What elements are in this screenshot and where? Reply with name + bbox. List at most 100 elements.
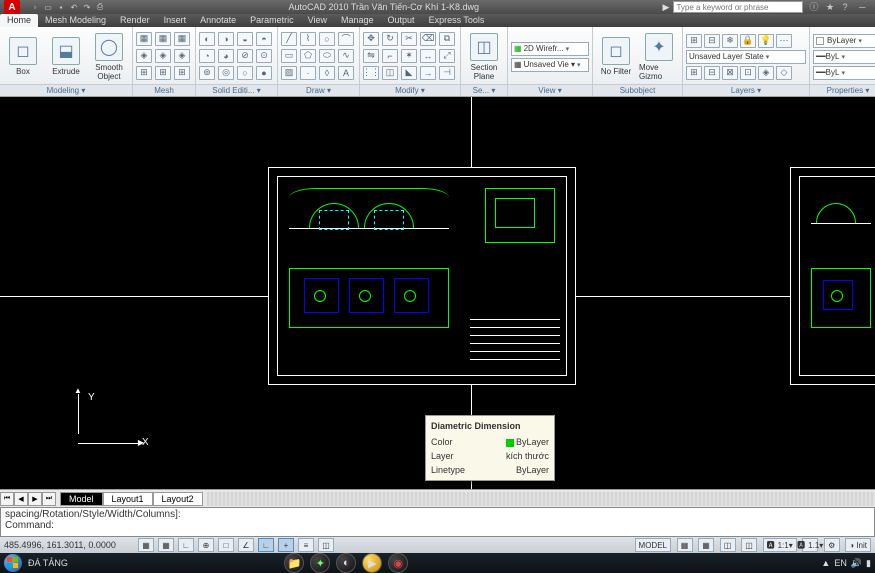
point-icon[interactable]: · — [300, 66, 316, 80]
view-combo[interactable]: ▦Unsaved Vie ▾ — [511, 58, 589, 72]
solid-icon-3[interactable]: ◒ — [237, 32, 253, 46]
layer-icon-c[interactable]: ⊠ — [722, 66, 738, 80]
osnap-toggle[interactable]: □ — [218, 538, 234, 552]
nav-last-icon[interactable]: ⏭ — [42, 492, 56, 506]
array-icon[interactable]: ⋮⋮ — [363, 66, 379, 80]
quickview2-icon[interactable]: ◫ — [741, 538, 757, 552]
tab-home[interactable]: Home — [0, 14, 38, 27]
copy-icon[interactable]: ⧉ — [439, 32, 455, 46]
rectangle-icon[interactable]: ▭ — [281, 49, 297, 63]
tab-manage[interactable]: Manage — [334, 14, 381, 27]
scale-icon[interactable]: ⤢ — [439, 49, 455, 63]
solid-icon-9[interactable]: ⊚ — [199, 66, 215, 80]
layer-iso-icon[interactable]: ⊟ — [704, 34, 720, 48]
layer-icon-e[interactable]: ◈ — [758, 66, 774, 80]
drawing-area[interactable]: Y X — [0, 97, 875, 489]
layer-state-combo[interactable]: Unsaved Layer State — [686, 50, 806, 64]
panel-modeling-title[interactable]: Modeling ▾ — [0, 84, 132, 96]
dyn-toggle[interactable]: + — [278, 538, 294, 552]
tab-view[interactable]: View — [301, 14, 334, 27]
tab-layout1[interactable]: Layout1 — [103, 492, 153, 506]
grid-icon[interactable]: ▦ — [677, 538, 693, 552]
text-icon[interactable]: A — [338, 66, 354, 80]
region-icon[interactable]: ◊ — [319, 66, 335, 80]
qat-new-icon[interactable]: ▫ — [30, 2, 40, 12]
move-icon[interactable]: ✥ — [363, 32, 379, 46]
extrude-button[interactable]: ⬓Extrude — [46, 31, 86, 83]
infocenter-icon[interactable]: ⓘ — [809, 0, 821, 12]
move-gizmo-button[interactable]: ✦Move Gizmo — [639, 31, 679, 83]
solid-icon-4[interactable]: ◓ — [256, 32, 272, 46]
layer-icon-a[interactable]: ⊞ — [686, 66, 702, 80]
ducs-toggle[interactable]: ∟ — [258, 538, 274, 552]
tray-up-icon[interactable]: ▲ — [821, 558, 830, 568]
panel-solid-title[interactable]: Solid Editi... ▾ — [196, 84, 277, 96]
panel-modify-title[interactable]: Modify ▾ — [360, 84, 460, 96]
trim-icon[interactable]: ✂ — [401, 32, 417, 46]
mesh-icon-3[interactable]: ▦ — [174, 32, 190, 46]
layer-lock-icon[interactable]: 🔒 — [740, 34, 756, 48]
spline-icon[interactable]: ∿ — [338, 49, 354, 63]
tab-express-tools[interactable]: Express Tools — [422, 14, 492, 27]
layer-freeze-icon[interactable]: ❄ — [722, 34, 738, 48]
help-search-input[interactable] — [673, 1, 803, 13]
layer-more-icon[interactable]: ⋯ — [776, 34, 792, 48]
grid2-icon[interactable]: ▦ — [698, 538, 714, 552]
star-icon[interactable]: ★ — [826, 2, 838, 14]
app-logo[interactable]: A — [4, 0, 20, 14]
lineweight-combo[interactable]: ━━ ByL — [813, 66, 875, 80]
nav-prev-icon[interactable]: ◀ — [14, 492, 28, 506]
lwt-toggle[interactable]: ≡ — [298, 538, 314, 552]
panel-view-title[interactable]: View ▾ — [508, 84, 592, 96]
ellipse-icon[interactable]: ⬭ — [319, 49, 335, 63]
smooth-object-button[interactable]: ◯Smooth Object — [89, 31, 129, 83]
layer-prop-icon[interactable]: ⊞ — [686, 34, 702, 48]
solid-icon-10[interactable]: ◎ — [218, 66, 234, 80]
grid-toggle[interactable]: ▦ — [158, 538, 174, 552]
nav-next-icon[interactable]: ▶ — [28, 492, 42, 506]
toolbar-lock-icon[interactable]: ◑ Init — [845, 538, 871, 552]
arc-icon[interactable]: ⌒ — [338, 32, 354, 46]
mesh-icon-2[interactable]: ▦ — [155, 32, 171, 46]
qp-toggle[interactable]: ◫ — [318, 538, 334, 552]
stretch-icon[interactable]: ↔ — [420, 49, 436, 63]
qat-open-icon[interactable]: ▭ — [43, 2, 53, 12]
start-button[interactable] — [4, 554, 22, 572]
mesh-icon-5[interactable]: ◈ — [155, 49, 171, 63]
solid-icon-6[interactable]: ◕ — [218, 49, 234, 63]
solid-icon-11[interactable]: ○ — [237, 66, 253, 80]
solid-icon-12[interactable]: ● — [256, 66, 272, 80]
coordinate-readout[interactable]: 485.4996, 161.3011, 0.0000 — [4, 540, 134, 550]
tray-network-icon[interactable]: ▮ — [866, 558, 871, 569]
qat-print-icon[interactable]: ⎙ — [95, 2, 105, 12]
panel-properties-title[interactable]: Properties ▾ — [810, 84, 875, 96]
section-plane-button[interactable]: ◫Section Plane — [464, 31, 504, 83]
qat-save-icon[interactable]: ▪ — [56, 2, 66, 12]
solid-icon-7[interactable]: ⊘ — [237, 49, 253, 63]
solid-icon-8[interactable]: ⊙ — [256, 49, 272, 63]
break-icon[interactable]: ⊣ — [439, 66, 455, 80]
layer-icon-b[interactable]: ⊟ — [704, 66, 720, 80]
visual-style-combo[interactable]: ▦2D Wirefr... — [511, 42, 589, 56]
app-media-icon[interactable]: ▶ — [362, 553, 382, 573]
solid-icon-2[interactable]: ◑ — [218, 32, 234, 46]
command-line[interactable]: spacing/Rotation/Style/Width/Columns]: C… — [0, 507, 875, 537]
panel-draw-title[interactable]: Draw ▾ — [278, 84, 359, 96]
mesh-icon-1[interactable]: ▦ — [136, 32, 152, 46]
mesh-icon-7[interactable]: ⊞ — [136, 66, 152, 80]
circle-icon[interactable]: ○ — [319, 32, 335, 46]
linetype-combo[interactable]: ━━ ByL — [813, 50, 875, 64]
tab-insert[interactable]: Insert — [157, 14, 194, 27]
app-explorer-icon[interactable]: 📁 — [284, 553, 304, 573]
ortho-toggle[interactable]: ∟ — [178, 538, 194, 552]
app-green-icon[interactable]: ✦ — [310, 553, 330, 573]
lang-indicator[interactable]: EN — [834, 558, 847, 568]
explode-icon[interactable]: ✶ — [401, 49, 417, 63]
no-filter-button[interactable]: ◻No Filter — [596, 31, 636, 83]
title-arrow-icon[interactable]: ▶ — [663, 2, 670, 13]
fillet-icon[interactable]: ⌐ — [382, 49, 398, 63]
panel-layers-title[interactable]: Layers ▾ — [683, 84, 809, 96]
otrack-toggle[interactable]: ∠ — [238, 538, 254, 552]
qat-redo-icon[interactable]: ↷ — [82, 2, 92, 12]
rotate-icon[interactable]: ↻ — [382, 32, 398, 46]
